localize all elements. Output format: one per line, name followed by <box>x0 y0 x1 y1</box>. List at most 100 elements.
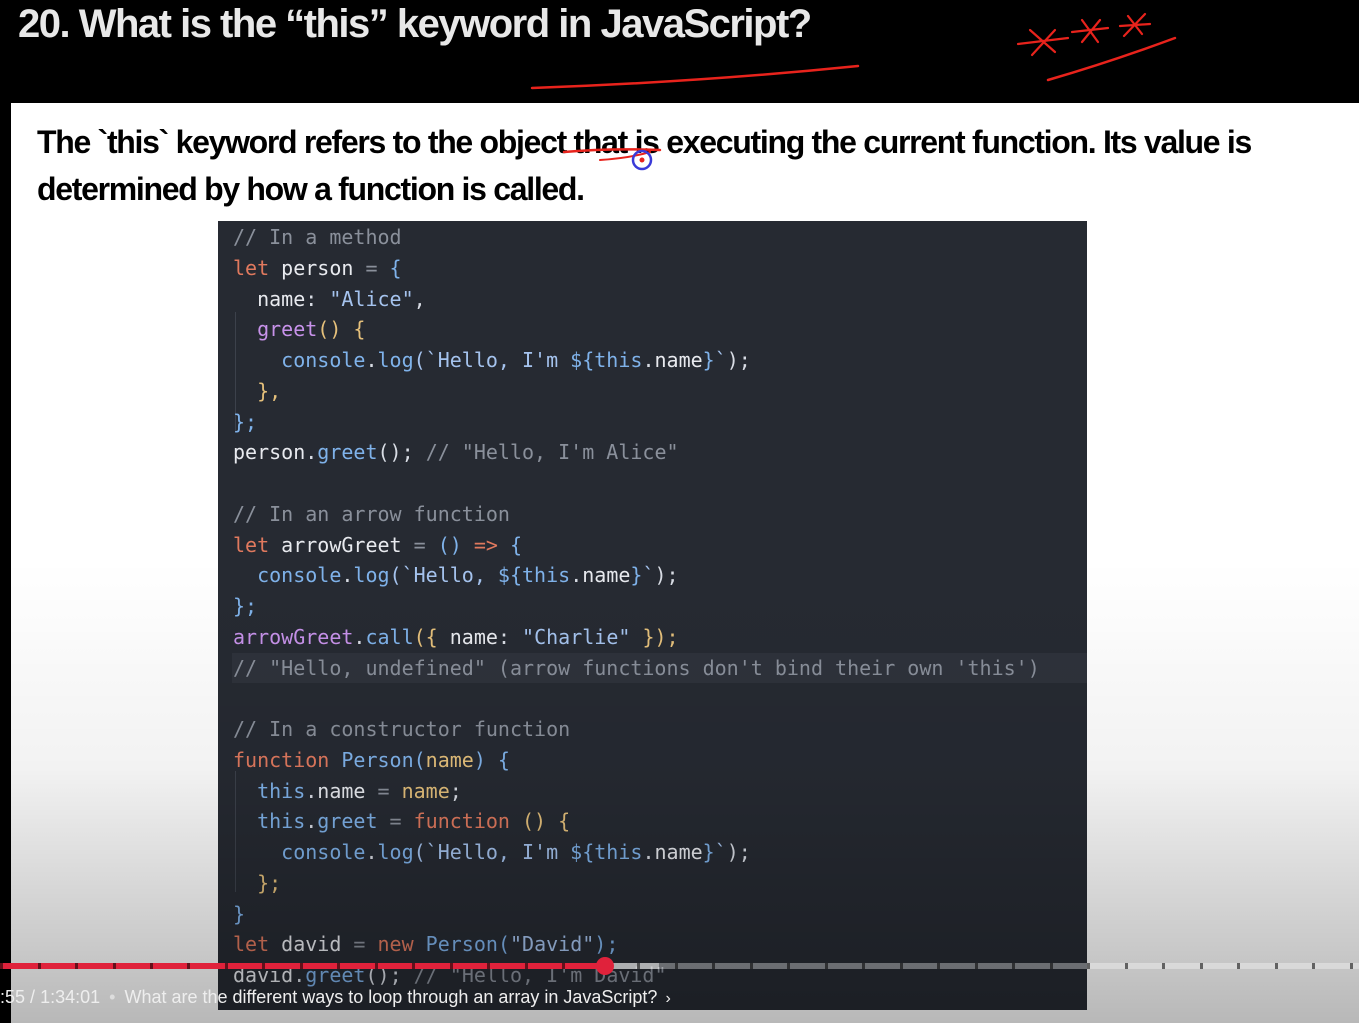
chapter-gap <box>1237 963 1240 969</box>
chapter-gap <box>1125 963 1128 969</box>
code-token: person <box>269 255 366 280</box>
chapter-title[interactable]: What are the different ways to loop thro… <box>124 987 657 1007</box>
chapter-gap <box>637 963 640 969</box>
code-token: this <box>594 348 643 372</box>
chapter-gap <box>525 963 528 969</box>
code-line: name: "Alice", <box>233 284 426 314</box>
slide-title: 20. What is the “this” keyword in JavaSc… <box>18 2 812 46</box>
code-token: ( <box>497 932 510 957</box>
chapter-gap <box>750 963 753 969</box>
code-token: new <box>365 932 414 957</box>
time-display: :55 / 1:34:01 • What are the different w… <box>0 985 671 1009</box>
code-token: } <box>702 840 715 864</box>
chevron-right-icon[interactable]: › <box>665 987 670 1011</box>
code-token: david <box>269 932 354 957</box>
slide-header: 20. What is the “this” keyword in JavaSc… <box>0 0 1359 103</box>
code-token: log <box>353 563 390 588</box>
code-token: log <box>377 840 414 864</box>
chapter-gap <box>937 963 940 969</box>
code-line: console.log(`Hello, ${this.name}`); <box>233 560 679 590</box>
chapter-gap <box>187 963 190 969</box>
code-block: // In a method let person = { name: "Alic… <box>218 221 1087 1010</box>
code-token: . <box>642 840 655 864</box>
chapter-gap <box>975 963 978 969</box>
code-line: person.greet(); // "Hello, I'm Alice" <box>233 437 679 467</box>
code-token: ${ <box>570 348 595 372</box>
chapter-gap <box>300 963 303 969</box>
chapter-gap <box>1087 963 1090 969</box>
code-line: } <box>233 899 245 929</box>
code-line: greet() { <box>233 314 365 344</box>
code-token: : <box>497 624 523 649</box>
chapter-gap <box>712 963 715 969</box>
code-line: let person = { <box>233 253 402 283</box>
code-token: this <box>522 563 571 588</box>
code-line: arrowGreet.call({ name: "Charlie" }); <box>233 622 679 652</box>
code-token: let <box>233 532 270 557</box>
code-token: console <box>233 348 366 372</box>
code-token: () { <box>509 809 571 834</box>
progress-scrubber-handle[interactable] <box>595 957 614 975</box>
code-token: this <box>233 778 306 803</box>
code-token: console <box>233 840 366 864</box>
video-frame: 20. What is the “this” keyword in JavaSc… <box>0 0 1359 1023</box>
code-token: name <box>449 624 498 649</box>
code-token: let <box>233 255 270 280</box>
code-line: // "Hello, undefined" (arrow functions d… <box>233 653 1040 683</box>
code-token: name <box>654 348 703 372</box>
code-token: = <box>377 778 390 803</box>
code-token: call <box>365 624 414 649</box>
chapter-gap <box>412 963 415 969</box>
code-token: . <box>570 563 583 588</box>
code-line: }; <box>233 407 257 437</box>
code-token: ` <box>714 840 727 864</box>
code-token: name <box>582 563 631 588</box>
code-token: greet <box>317 440 378 465</box>
code-token: function <box>233 747 330 772</box>
video-duration: 1:34:01 <box>40 987 101 1007</box>
code-token: console <box>233 563 342 588</box>
code-token: let <box>233 932 270 957</box>
code-token: (`Hello, I'm <box>413 840 571 864</box>
code-token: ` <box>642 563 655 588</box>
code-line: function Person(name) { <box>233 745 510 775</box>
code-line: console.log(`Hello, I'm ${this.name}`); <box>233 837 751 867</box>
chapter-gap <box>375 963 378 969</box>
code-line: let david = new Person("David"); <box>233 929 618 959</box>
code-line: this.name = name; <box>233 776 462 806</box>
code-token: ); <box>726 348 751 372</box>
code-token: . <box>365 840 378 864</box>
chapter-gap <box>450 963 453 969</box>
code-token: { <box>497 532 523 557</box>
code-token: Person <box>329 747 414 772</box>
code-line: let arrowGreet = () => { <box>233 530 522 560</box>
code-token: "David" <box>509 932 595 957</box>
chapter-gap <box>900 963 903 969</box>
video-progress-bar[interactable] <box>0 963 1359 969</box>
code-token: }, <box>233 378 282 403</box>
code-token: } <box>630 563 643 588</box>
code-token: this <box>594 840 643 864</box>
code-line: }; <box>233 868 281 898</box>
code-token: ); <box>726 840 751 864</box>
code-token: , <box>413 286 426 311</box>
code-token: Person <box>413 932 498 957</box>
chapter-gap <box>38 963 41 969</box>
chapter-gap <box>1275 963 1278 969</box>
chapter-gap <box>1162 963 1165 969</box>
code-token: = <box>353 932 366 957</box>
code-token: name <box>389 778 450 803</box>
code-line: // In a method <box>233 222 402 252</box>
code-token: ${ <box>570 840 595 864</box>
code-line: this.greet = function () { <box>233 806 570 836</box>
code-token: } <box>233 901 246 926</box>
code-token: arrowGreet <box>269 532 414 557</box>
chapter-gap <box>337 963 340 969</box>
code-token: . <box>305 809 318 834</box>
code-token: greet <box>317 809 390 834</box>
chapter-gap <box>675 963 678 969</box>
code-token: // In a constructor function <box>233 717 571 741</box>
code-token: . <box>305 778 318 803</box>
chapter-gap <box>1312 963 1315 969</box>
code-token: ( <box>413 747 426 772</box>
